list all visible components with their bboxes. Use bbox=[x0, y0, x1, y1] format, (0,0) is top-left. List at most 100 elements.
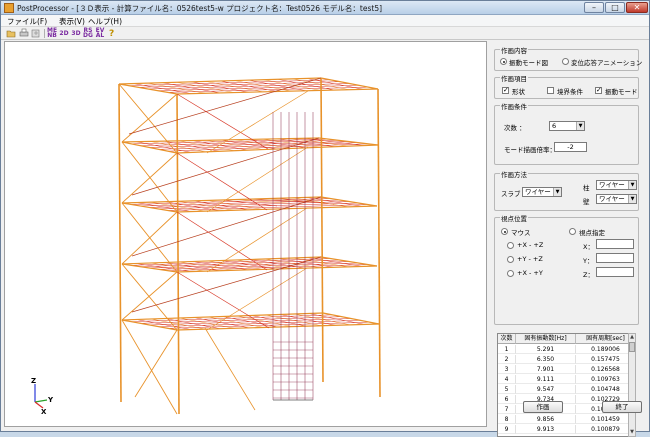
brace bbox=[204, 327, 256, 411]
ev-button[interactable]: EV AL bbox=[95, 28, 105, 39]
wall-label: 壁 bbox=[583, 198, 590, 206]
axis-label: X bbox=[41, 408, 47, 416]
axis-label: Z bbox=[31, 377, 36, 385]
radio-dir-x-y[interactable] bbox=[507, 270, 514, 277]
y-input[interactable] bbox=[596, 253, 634, 263]
beam bbox=[118, 83, 178, 95]
radio-mode-shape[interactable] bbox=[500, 58, 507, 65]
export-icon[interactable] bbox=[31, 28, 41, 39]
table-header: 固有振動数[Hz] bbox=[516, 334, 576, 344]
beam bbox=[322, 312, 380, 325]
z-input[interactable] bbox=[596, 267, 634, 277]
radio-displacement-animation[interactable] bbox=[562, 58, 569, 65]
table-cell: 9.547 bbox=[516, 385, 576, 394]
radio-label: 視点指定 bbox=[579, 229, 605, 237]
table-cell: 0.100879 bbox=[576, 425, 634, 434]
table-cell: 1 bbox=[498, 345, 516, 354]
minimize-button[interactable]: – bbox=[584, 2, 604, 13]
group-title: 視点位置 bbox=[500, 213, 528, 223]
boundary-checkbox[interactable] bbox=[547, 87, 554, 94]
radio-dir-y-z[interactable] bbox=[507, 256, 514, 263]
group-title: 作画項目 bbox=[500, 73, 528, 83]
shape-checkbox[interactable]: ✓ bbox=[502, 87, 509, 94]
table-cell: 5.291 bbox=[516, 345, 576, 354]
beam bbox=[320, 77, 379, 90]
checkbox-label: 振動モード bbox=[605, 88, 638, 96]
rs-button[interactable]: RS DG bbox=[83, 28, 93, 39]
group-title: 作画条件 bbox=[500, 101, 528, 111]
view-3d-button[interactable]: 3D bbox=[71, 28, 81, 39]
column bbox=[320, 77, 324, 383]
app-icon bbox=[4, 3, 14, 13]
column-select[interactable]: ワイヤー ▼ bbox=[596, 180, 637, 190]
chevron-down-icon: ▼ bbox=[628, 195, 636, 203]
brace bbox=[121, 271, 178, 321]
radio-dir-x-z[interactable] bbox=[507, 242, 514, 249]
brace bbox=[121, 152, 178, 204]
radio-label: +X - +Z bbox=[517, 241, 544, 249]
beam bbox=[318, 137, 379, 146]
wall-select[interactable]: ワイヤー ▼ bbox=[596, 194, 637, 204]
axis-line bbox=[34, 399, 48, 403]
open-icon[interactable] bbox=[6, 28, 16, 39]
table-scrollbar[interactable]: ▲ ▼ bbox=[628, 333, 636, 437]
viewpoint-group: 視点位置 マウス 視点指定 +X - +Z +Y - +Z +X - +Y X：… bbox=[494, 213, 639, 325]
y-label: Y： bbox=[583, 257, 594, 265]
scroll-up-icon[interactable]: ▲ bbox=[629, 334, 635, 341]
radio-label: +X - +Y bbox=[517, 269, 543, 277]
drawing-method-group: 作画方法 スラブ ワイヤー ▼ 柱 ワイヤー ▼ 壁 ワイヤー ▼ bbox=[494, 169, 639, 211]
slab-grid-line bbox=[149, 201, 350, 208]
table-cell: 5 bbox=[498, 385, 516, 394]
brace bbox=[134, 329, 178, 398]
beam bbox=[320, 256, 378, 267]
eigen-table[interactable]: 次数 固有振動数[Hz] 固有周期[sec] 1 5.291 0.189006 2 6.… bbox=[497, 333, 635, 437]
beam bbox=[121, 196, 322, 204]
print-icon[interactable] bbox=[19, 28, 29, 39]
toolbar: ME NB 2D 3D RS DG EV AL ? bbox=[1, 26, 649, 40]
slab-select[interactable]: ワイヤー ▼ bbox=[522, 187, 562, 197]
chevron-down-icon: ▼ bbox=[553, 188, 561, 196]
beam bbox=[121, 202, 178, 213]
3d-viewport[interactable]: Z YX bbox=[4, 41, 487, 427]
x-input[interactable] bbox=[596, 239, 634, 249]
chevron-down-icon: ▼ bbox=[628, 181, 636, 189]
table-cell: 0.126568 bbox=[576, 365, 634, 374]
table-cell: 0.104748 bbox=[576, 385, 634, 394]
table-cell: 9.856 bbox=[516, 415, 576, 424]
brace bbox=[121, 319, 178, 415]
draw-button[interactable]: 作画 bbox=[523, 401, 563, 413]
title-bar[interactable]: PostProcessor - [３Ｄ表示 - 計算ファイル名：0526test… bbox=[1, 1, 649, 15]
order-label: 次数 ： bbox=[504, 124, 526, 132]
axis-label: Y bbox=[47, 396, 54, 404]
scale-input[interactable]: -2 bbox=[554, 142, 587, 152]
drawing-content-group: 作画内容 振動モード図 変位応答アニメーション bbox=[494, 45, 643, 71]
vibration-mode-checkbox[interactable]: ✓ bbox=[595, 87, 602, 94]
exit-button[interactable]: 終了 bbox=[602, 401, 642, 413]
table-cell: 2 bbox=[498, 355, 516, 364]
drawing-conditions-group: 作画条件 次数 ： 6 ▼ モード描画倍率： -2 bbox=[494, 101, 639, 165]
checkbox-label: 境界条件 bbox=[557, 88, 583, 96]
brace bbox=[121, 211, 178, 265]
table-cell: 3 bbox=[498, 365, 516, 374]
help-icon[interactable]: ? bbox=[108, 28, 116, 39]
table-cell: 6 bbox=[498, 395, 516, 404]
view-2d-button[interactable]: 2D bbox=[59, 28, 69, 39]
table-cell: 7 bbox=[498, 405, 516, 414]
scroll-thumb[interactable] bbox=[629, 342, 635, 352]
brace bbox=[128, 77, 322, 135]
slab-label: スラブ bbox=[501, 190, 521, 198]
radio-specify-viewpoint[interactable] bbox=[569, 228, 576, 235]
me-button[interactable]: ME NB bbox=[47, 28, 57, 39]
maximize-button[interactable]: □ bbox=[605, 2, 625, 13]
close-button[interactable]: ✕ bbox=[626, 2, 648, 13]
column bbox=[118, 83, 122, 403]
beam bbox=[121, 319, 178, 331]
column bbox=[377, 88, 381, 398]
table-cell: 0.157475 bbox=[576, 355, 634, 364]
brace bbox=[121, 141, 178, 213]
order-select[interactable]: 6 ▼ bbox=[549, 121, 585, 131]
radio-label: マウス bbox=[511, 229, 531, 237]
radio-mouse[interactable] bbox=[501, 228, 508, 235]
radio-label: 変位応答アニメーション bbox=[571, 59, 643, 67]
scroll-down-icon[interactable]: ▼ bbox=[629, 429, 635, 436]
